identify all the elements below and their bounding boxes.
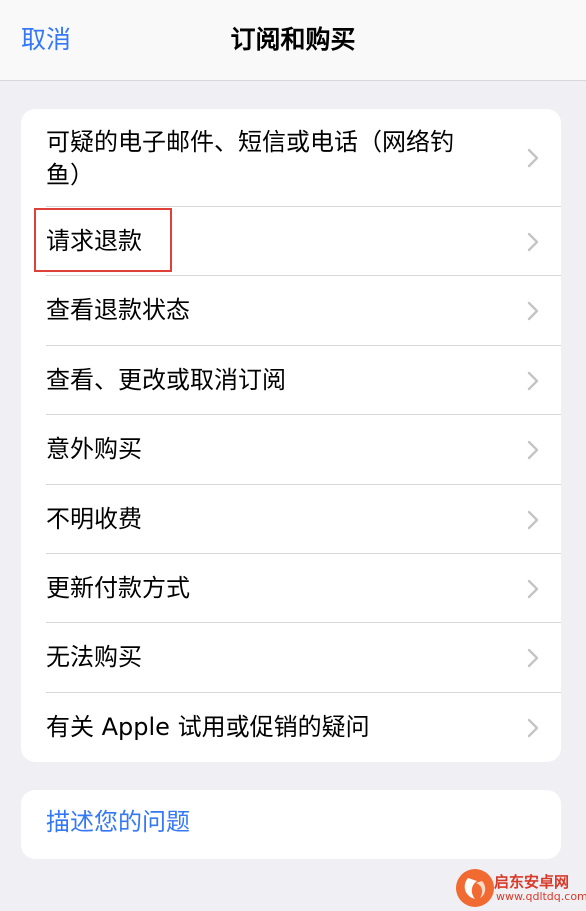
chevron-right-icon [527,232,539,252]
chevron-right-icon [527,579,539,599]
list-item-refund-status[interactable]: 查看退款状态 [21,276,561,346]
list-item-manage-subscriptions[interactable]: 查看、更改或取消订阅 [21,346,561,415]
list-item-label: 不明收费 [46,505,142,533]
list-item-label: 查看退款状态 [46,296,190,324]
list-item-label: 请求退款 [46,227,142,255]
list-item-label: 查看、更改或取消订阅 [46,366,286,394]
list-item-label: 意外购买 [46,435,142,463]
chevron-right-icon [527,440,539,460]
describe-issue-button[interactable]: 描述您的问题 [21,790,561,859]
chevron-right-icon [527,718,539,738]
watermark-logo-icon [456,869,494,907]
navigation-bar: 取消 订阅和购买 [0,0,586,81]
list-item-trial-promo[interactable]: 有关 Apple 试用或促销的疑问 [21,693,561,762]
chevron-right-icon [527,371,539,391]
watermark-url: www.qdltdq.com [496,890,586,903]
list-item-label: 更新付款方式 [46,574,190,602]
list-item-phishing[interactable]: 可疑的电子邮件、短信或电话（网络钓鱼） [21,109,561,207]
chevron-right-icon [527,301,539,321]
chevron-right-icon [527,510,539,530]
describe-issue-label: 描述您的问题 [46,808,190,836]
list-item-update-payment[interactable]: 更新付款方式 [21,554,561,623]
list-item-cannot-purchase[interactable]: 无法购买 [21,623,561,693]
page-title: 订阅和购买 [230,25,356,54]
watermark-text: 启东安卓网 [494,873,570,891]
options-list: 可疑的电子邮件、短信或电话（网络钓鱼） 请求退款 查看退款状态 查看、更改或取消… [21,109,561,762]
list-item-request-refund[interactable]: 请求退款 [21,207,561,276]
list-item-label: 无法购买 [46,643,142,671]
list-item-label: 有关 Apple 试用或促销的疑问 [46,713,370,741]
list-item-label: 可疑的电子邮件、短信或电话（网络钓鱼） [46,128,454,189]
watermark: 启东安卓网 www.qdltdq.com [448,857,586,910]
chevron-right-icon [527,648,539,668]
chevron-right-icon [527,148,539,168]
list-item-accidental-purchase[interactable]: 意外购买 [21,415,561,485]
list-item-unknown-charges[interactable]: 不明收费 [21,485,561,554]
